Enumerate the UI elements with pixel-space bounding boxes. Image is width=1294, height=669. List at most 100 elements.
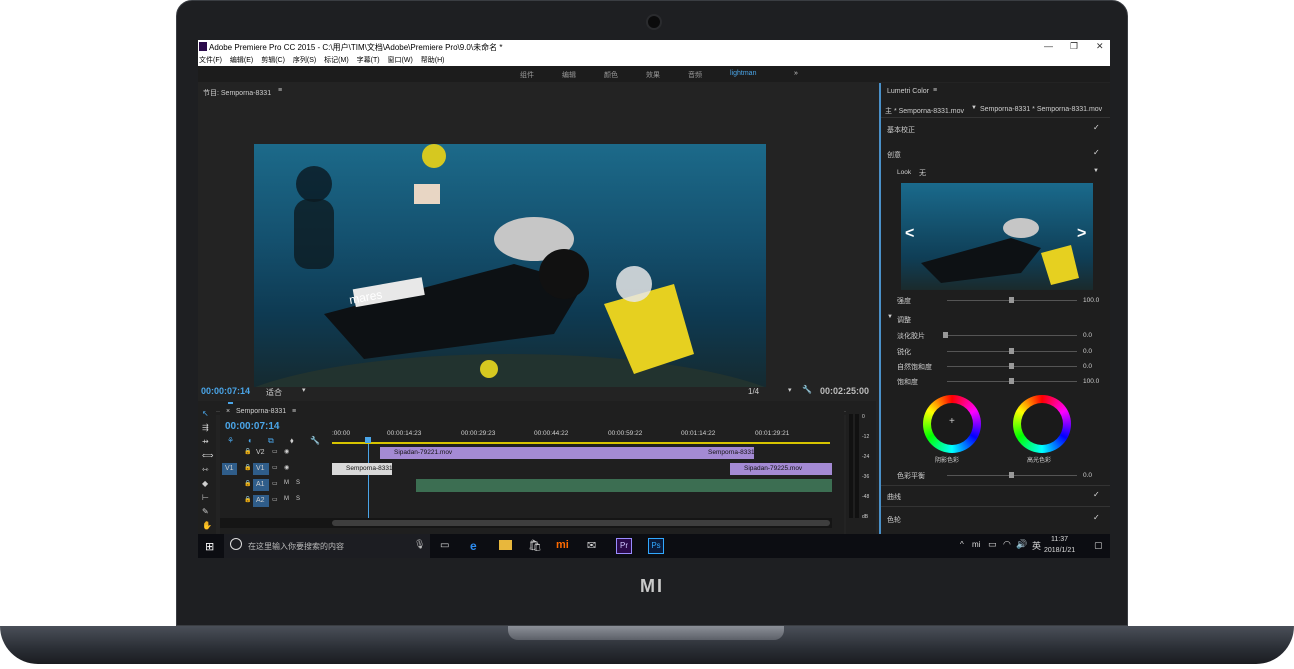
eye-icon[interactable]: ◉ <box>284 448 289 455</box>
next-look-icon[interactable]: > <box>1077 225 1086 243</box>
taskbar-search-box[interactable]: 在这里输入你要搜索的内容 🎙 <box>224 534 430 558</box>
vibrance-value[interactable]: 0.0 <box>1083 363 1092 370</box>
tray-expand-icon[interactable]: ^ <box>960 540 964 549</box>
menu-help[interactable]: 帮助(H) <box>421 55 445 65</box>
windows-start-icon[interactable]: ⊞ <box>205 540 214 553</box>
adjust-expand-icon[interactable]: ▼ <box>887 314 893 320</box>
resolution-dropdown[interactable]: 1/4 <box>748 387 759 396</box>
menu-file[interactable]: 文件(F) <box>199 55 222 65</box>
edge-browser-icon[interactable]: e <box>470 539 477 553</box>
clock-date[interactable]: 2018/1/21 <box>1044 547 1075 554</box>
snap-icon[interactable]: ◐ <box>248 436 253 445</box>
look-dropdown[interactable]: 无 <box>919 168 926 178</box>
tint-balance-value[interactable]: 0.0 <box>1083 472 1092 479</box>
timeline-scrollbar[interactable] <box>220 518 832 528</box>
input-language[interactable]: 英 <box>1032 539 1041 552</box>
menu-marker[interactable]: 标记(M) <box>324 55 349 65</box>
sync-icon[interactable]: ▭ <box>272 448 278 455</box>
workspace-lightman[interactable]: lightman <box>730 70 756 77</box>
intensity-value[interactable]: 100.0 <box>1083 297 1099 304</box>
eye-icon[interactable]: ◉ <box>284 464 289 471</box>
lock-icon[interactable]: 🔒 <box>244 480 251 487</box>
rolling-edit-tool-icon[interactable]: ⟺ <box>202 451 213 460</box>
clip-v2-sipadan[interactable]: Sipadan-79221.mov <box>380 447 694 459</box>
rate-stretch-tool-icon[interactable]: ⇿ <box>202 465 209 474</box>
minimize-button[interactable]: — <box>1044 41 1053 51</box>
resolution-dropdown-arrow-icon[interactable]: ▾ <box>788 386 792 394</box>
track-select-tool-icon[interactable]: ⇶ <box>202 423 209 432</box>
timeline-playhead[interactable] <box>365 437 371 443</box>
close-button[interactable]: ✕ <box>1096 41 1104 52</box>
battery-icon[interactable]: ▭ <box>988 539 997 550</box>
basic-correction-checkbox[interactable]: ✓ <box>1093 123 1100 132</box>
menu-sequence[interactable]: 序列(S) <box>293 55 316 65</box>
workspace-effects[interactable]: 效果 <box>646 70 660 80</box>
curves-section[interactable]: 曲线 <box>887 492 901 502</box>
creative-section[interactable]: 创意 <box>887 150 901 160</box>
wrench-icon[interactable]: 🔧 <box>802 385 812 394</box>
menu-clip[interactable]: 剪辑(C) <box>261 55 285 65</box>
clip-v1-sipadan[interactable]: Sipadan-79225.mov <box>730 463 832 475</box>
faded-film-slider-knob[interactable] <box>943 332 948 338</box>
clip-dropdown-arrow-icon[interactable]: ▼ <box>971 105 977 111</box>
timeline-timecode[interactable]: 00:00:07:14 <box>225 421 279 432</box>
workspace-audio[interactable]: 音频 <box>688 70 702 80</box>
sharpen-value[interactable]: 0.0 <box>1083 348 1092 355</box>
sync-icon[interactable]: ▭ <box>272 480 278 487</box>
clock-time[interactable]: 11:37 <box>1051 536 1068 543</box>
clip-v2-semporna[interactable]: Semporna-8331 <box>694 447 754 459</box>
solo-icon[interactable]: S <box>296 496 300 502</box>
task-view-icon[interactable]: ▭ <box>440 540 449 551</box>
slip-tool-icon[interactable]: ⊢ <box>202 493 209 502</box>
sequence-tab[interactable]: Semporna-8331 <box>236 408 286 415</box>
photoshop-taskbar-icon[interactable]: Ps <box>648 538 664 554</box>
sequence-clip-tab[interactable]: Semporna-8331 * Semporna-8331.mov <box>980 106 1102 113</box>
sync-icon[interactable]: ▭ <box>272 496 278 503</box>
tint-balance-slider-knob[interactable] <box>1009 472 1014 478</box>
cortana-icon[interactable] <box>230 538 242 550</box>
action-center-icon[interactable]: ▢ <box>1094 540 1103 551</box>
timeline-settings-icon[interactable]: 🔧 <box>310 436 320 445</box>
saturation-slider-knob[interactable] <box>1009 378 1014 384</box>
menu-edit[interactable]: 编辑(E) <box>230 55 253 65</box>
hand-tool-icon[interactable]: ✋ <box>202 521 212 530</box>
tray-mi-icon[interactable]: mi <box>972 540 980 549</box>
add-marker-icon[interactable]: ⬧ <box>290 436 294 446</box>
file-explorer-icon[interactable] <box>499 540 512 550</box>
timeline-ruler[interactable]: :00:00 00:00:14:23 00:00:29:23 00:00:44:… <box>332 430 832 444</box>
razor-tool-icon[interactable]: ◆ <box>202 479 208 488</box>
work-area-bar[interactable] <box>332 442 830 444</box>
lock-icon[interactable]: 🔒 <box>244 496 251 503</box>
lock-icon[interactable]: 🔒 <box>244 448 251 455</box>
vibrance-slider-knob[interactable] <box>1009 363 1014 369</box>
scrollbar-thumb[interactable] <box>332 520 830 526</box>
linked-selection-icon[interactable]: ⧉ <box>268 436 274 446</box>
premiere-taskbar-icon[interactable]: Pr <box>616 538 632 554</box>
curves-checkbox[interactable]: ✓ <box>1093 490 1100 499</box>
saturation-value[interactable]: 100.0 <box>1083 378 1099 385</box>
creative-checkbox[interactable]: ✓ <box>1093 148 1100 157</box>
lock-icon[interactable]: 🔒 <box>244 464 251 471</box>
highlight-tint-wheel[interactable] <box>1013 395 1071 453</box>
mi-app-icon[interactable]: mi <box>556 539 569 551</box>
workspace-color[interactable]: 颜色 <box>604 70 618 80</box>
sharpen-slider-knob[interactable] <box>1009 348 1014 354</box>
color-wheels-section[interactable]: 色轮 <box>887 515 901 525</box>
wifi-icon[interactable]: ◠ <box>1003 539 1011 550</box>
mute-icon[interactable]: M <box>284 496 289 502</box>
program-timecode[interactable]: 00:00:07:14 <box>201 386 250 396</box>
sync-icon[interactable]: ▭ <box>272 464 278 471</box>
color-wheels-checkbox[interactable]: ✓ <box>1093 513 1100 522</box>
pen-tool-icon[interactable]: ✎ <box>202 507 209 516</box>
intensity-slider-knob[interactable] <box>1009 297 1014 303</box>
faded-film-value[interactable]: 0.0 <box>1083 332 1092 339</box>
master-clip-tab[interactable]: 主 * Semporna-8331.mov <box>885 106 964 116</box>
mute-icon[interactable]: M <box>284 480 289 486</box>
faded-film-slider[interactable] <box>947 335 1077 336</box>
mail-icon[interactable]: ✉ <box>587 539 596 552</box>
store-icon[interactable]: 🛍 <box>528 539 542 552</box>
microphone-icon[interactable]: 🎙 <box>414 539 425 550</box>
look-dropdown-arrow-icon[interactable]: ▼ <box>1093 168 1099 174</box>
close-sequence-icon[interactable]: × <box>226 408 230 415</box>
solo-icon[interactable]: S <box>296 480 300 486</box>
